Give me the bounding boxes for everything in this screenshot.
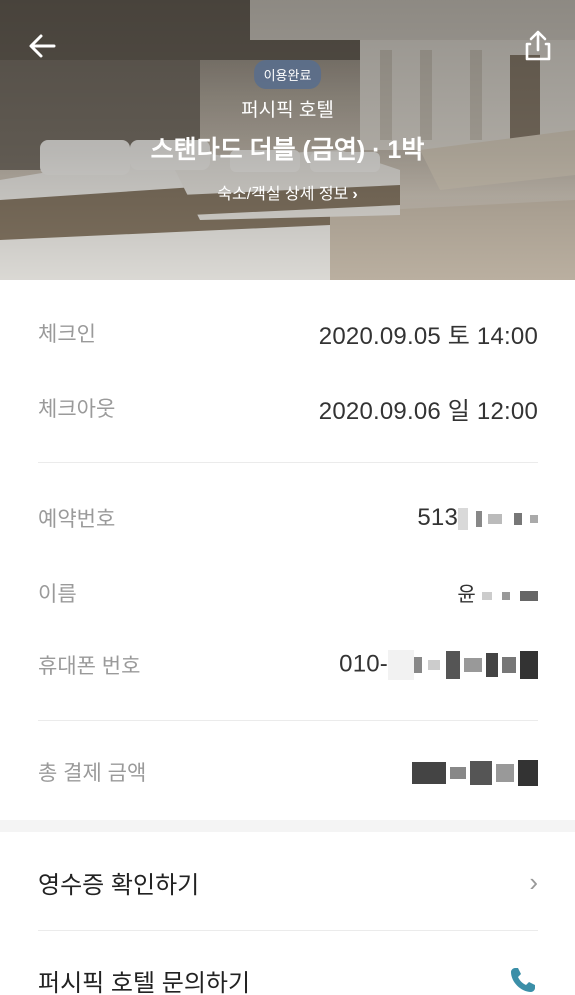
checkin-label: 체크인 xyxy=(38,323,96,346)
reservation-number-label: 예약번호 xyxy=(38,508,116,531)
name-label: 이름 xyxy=(38,583,77,606)
redacted-mask xyxy=(458,504,538,532)
room-detail-link[interactable]: 숙소/객실 상세 정보 › xyxy=(0,180,575,204)
hero-image: 이용완료 퍼시픽 호텔 스탠다드 더블 (금연) · 1박 숙소/객실 상세 정… xyxy=(0,0,575,280)
hotel-inquiry-label: 퍼시픽 호텔 문의하기 xyxy=(38,969,251,995)
checkin-value: 2020.09.05 토 14:00 xyxy=(318,322,538,350)
redacted-mask xyxy=(388,650,538,680)
reservation-number-prefix: 513 xyxy=(417,503,458,531)
chevron-right-icon: › xyxy=(352,186,358,203)
name-row: 이름 윤 xyxy=(38,578,538,608)
hotel-inquiry-button[interactable]: 퍼시픽 호텔 문의하기 xyxy=(38,960,538,995)
checkout-label: 체크아웃 xyxy=(38,398,116,421)
reservation-number-row: 예약번호 513 xyxy=(38,503,538,533)
receipt-button[interactable]: 영수증 확인하기 › xyxy=(38,862,538,902)
phone-value: 010- xyxy=(339,650,538,680)
room-name: 스탠다드 더블 (금연) · 1박 xyxy=(150,136,425,164)
back-button[interactable] xyxy=(24,28,60,64)
status-badge: 이용완료 xyxy=(253,60,322,89)
phone-icon xyxy=(511,968,535,992)
name-value: 윤 xyxy=(457,578,538,607)
total-payment-value xyxy=(412,758,538,787)
checkout-value: 2020.09.06 일 12:00 xyxy=(318,397,538,425)
total-payment-label: 총 결제 금액 xyxy=(38,762,147,785)
chevron-right-icon: › xyxy=(529,866,538,897)
section-separator xyxy=(0,820,575,832)
share-button[interactable] xyxy=(523,28,553,64)
divider xyxy=(38,930,538,931)
phone-prefix: 010- xyxy=(339,650,388,678)
name-prefix: 윤 xyxy=(457,584,476,607)
divider xyxy=(38,720,538,721)
divider xyxy=(38,462,538,463)
phone-label: 휴대폰 번호 xyxy=(38,655,141,678)
share-icon xyxy=(525,30,551,61)
redacted-mask xyxy=(476,585,538,608)
reservation-number-value: 513 xyxy=(417,504,538,533)
phone-row: 휴대폰 번호 010- xyxy=(38,650,538,680)
room-detail-label: 숙소/객실 상세 정보 xyxy=(217,186,349,203)
checkout-row: 체크아웃 2020.09.06 일 12:00 xyxy=(38,393,538,425)
receipt-label: 영수증 확인하기 xyxy=(38,871,200,899)
redacted-mask xyxy=(412,758,538,786)
back-arrow-icon xyxy=(29,34,56,58)
checkin-row: 체크인 2020.09.05 토 14:00 xyxy=(38,318,538,350)
hotel-name: 퍼시픽 호텔 xyxy=(241,100,334,121)
total-payment-row: 총 결제 금액 xyxy=(38,757,538,787)
